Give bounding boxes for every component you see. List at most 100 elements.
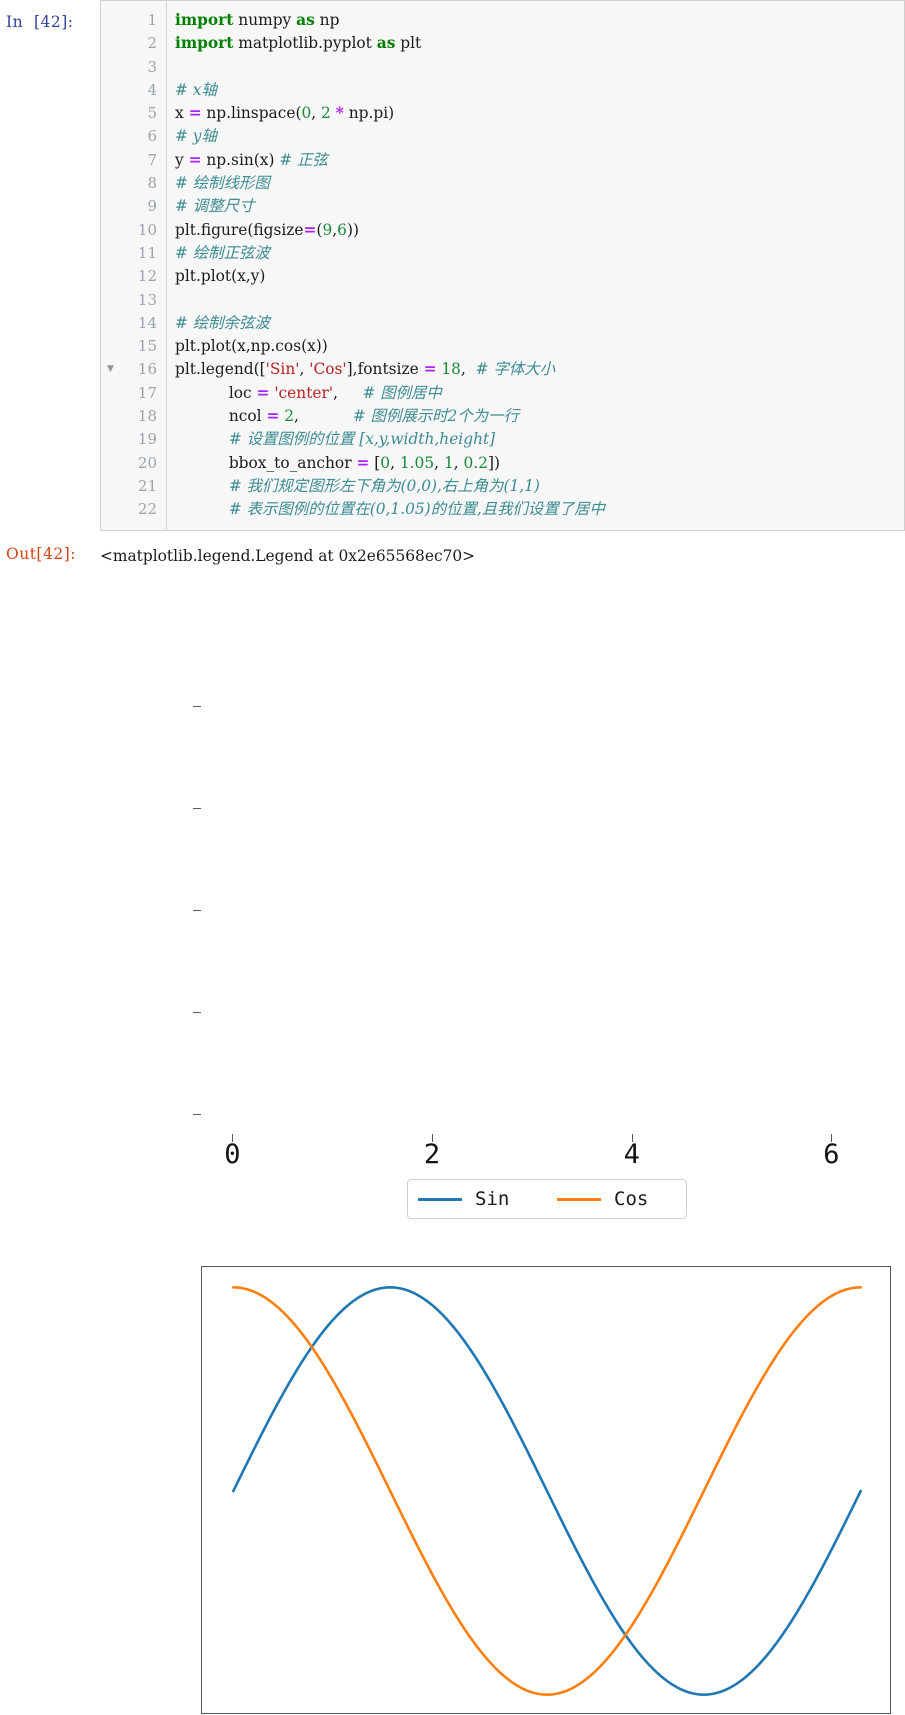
code-token-cmt: # 绘制余弦波 [175, 314, 270, 332]
code-token-cmt: # x轴 [175, 81, 217, 99]
code-token-kw: import [175, 11, 233, 29]
code-token-name: bbox_to_anchor [175, 454, 356, 472]
code-line[interactable]: plt.legend(['Sin', 'Cos'],fontsize = 18,… [175, 358, 904, 381]
line-number: 10 [101, 219, 166, 242]
code-line[interactable]: # 调整尺寸 [175, 195, 904, 218]
x-tick-label: 6 [791, 1139, 871, 1170]
line-number: 19 [101, 428, 166, 451]
y-tick-mark [193, 1012, 201, 1013]
line-number-text: 22 [138, 500, 157, 518]
line-number-text: 6 [147, 127, 157, 145]
code-line[interactable]: # 绘制线形图 [175, 172, 904, 195]
line-number-text: 3 [147, 58, 157, 76]
line-number-text: 16 [138, 360, 157, 378]
code-token-name: plt [395, 34, 421, 52]
code-line[interactable]: import matplotlib.pyplot as plt [175, 32, 904, 55]
code-token-op: = [257, 384, 270, 402]
y-tick-mark [193, 808, 201, 809]
line-number: 17 [101, 382, 166, 405]
line-number-text: 8 [147, 174, 157, 192]
code-token-num: 0.2 [464, 454, 488, 472]
code-line[interactable]: # 绘制正弦波 [175, 242, 904, 265]
chart-legend: Sin Cos [407, 1179, 687, 1219]
line-number-text: 12 [138, 267, 157, 285]
code-line[interactable]: # 绘制余弦波 [175, 312, 904, 335]
code-token-cmt: # y轴 [175, 127, 217, 145]
code-line[interactable]: x = np.linspace(0, 2 * np.pi) [175, 102, 904, 125]
curve-sin [233, 1287, 860, 1694]
line-number: 4 [101, 79, 166, 102]
legend-label-sin: Sin [475, 1188, 509, 1210]
code-token-num: 9 [322, 221, 332, 239]
code-token-op: = [304, 221, 317, 239]
code-line[interactable]: # 设置图例的位置 [x,y,width,height] [175, 428, 904, 451]
code-token-kw: as [377, 34, 396, 52]
code-token-punc: )) [347, 221, 359, 239]
code-token-punc: , [299, 360, 309, 378]
code-line[interactable]: plt.figure(figsize=(9,6)) [175, 219, 904, 242]
code-line[interactable]: # 表示图例的位置在(0,1.05)的位置,且我们设置了居中 [175, 498, 904, 521]
line-number-text: 18 [138, 407, 157, 425]
code-line[interactable]: import numpy as np [175, 9, 904, 32]
code-token-name: np [315, 11, 340, 29]
code-token-name: loc [175, 384, 257, 402]
code-token-num: 2 [284, 407, 294, 425]
code-token-name: plt.plot(x,np.cos(x)) [175, 337, 328, 355]
code-line[interactable]: bbox_to_anchor = [0, 1.05, 1, 0.2]) [175, 452, 904, 475]
code-editor[interactable]: 123456789101112131415▼16171819202122 imp… [100, 0, 905, 531]
code-token-kw: import [175, 34, 233, 52]
code-line[interactable]: y = np.sin(x) # 正弦 [175, 149, 904, 172]
code-token-name: fontsize [358, 360, 424, 378]
line-number-text: 1 [147, 11, 157, 29]
code-token-name: x [175, 104, 189, 122]
code-line[interactable]: # 我们规定图形左下角为(0,0),右上角为(1,1) [175, 475, 904, 498]
line-number-text: 10 [138, 221, 157, 239]
line-number: 11 [101, 242, 166, 265]
code-token-name: np.pi) [344, 104, 394, 122]
code-token-str: 'Cos' [309, 360, 346, 378]
line-number-text: 11 [138, 244, 157, 262]
code-token-num: 6 [337, 221, 347, 239]
output-prompt: Out[42]: [0, 545, 100, 567]
output-repr-text: <matplotlib.legend.Legend at 0x2e65568ec… [100, 545, 475, 567]
code-token-cmt: # 图例展示时2个为一行 [353, 407, 519, 425]
line-number: 14 [101, 312, 166, 335]
output-cell-row: Out[42]: <matplotlib.legend.Legend at 0x… [0, 545, 905, 567]
legend-entry-sin: Sin [408, 1188, 547, 1210]
code-token-cmt: # 我们规定图形左下角为(0,0),右上角为(1,1) [175, 477, 540, 495]
code-token-punc: , [311, 104, 321, 122]
code-line[interactable]: # y轴 [175, 125, 904, 148]
code-line[interactable] [175, 56, 904, 79]
code-token-cmt: # 图例居中 [362, 384, 441, 402]
code-line[interactable]: plt.plot(x,np.cos(x)) [175, 335, 904, 358]
legend-entry-cos: Cos [547, 1188, 686, 1210]
code-line[interactable]: loc = 'center', # 图例居中 [175, 382, 904, 405]
fold-arrow-icon[interactable]: ▼ [107, 358, 114, 381]
line-number: 18 [101, 405, 166, 428]
code-token-punc: , [454, 454, 464, 472]
line-number: 20 [101, 452, 166, 475]
code-line[interactable] [175, 289, 904, 312]
code-line[interactable]: ncol = 2, # 图例展示时2个为一行 [175, 405, 904, 428]
line-number: 8 [101, 172, 166, 195]
code-line[interactable]: # x轴 [175, 79, 904, 102]
line-number-text: 14 [138, 314, 157, 332]
code-area[interactable]: import numpy as npimport matplotlib.pypl… [167, 1, 904, 530]
legend-line-sin [418, 1198, 462, 1201]
line-number-text: 5 [147, 104, 157, 122]
code-token-cmt: # 表示图例的位置在(0,1.05)的位置,且我们设置了居中 [175, 500, 605, 518]
code-token-op: * [336, 104, 344, 122]
line-number: 5 [101, 102, 166, 125]
chart-plot-area [201, 1266, 891, 1714]
x-tick-mark [831, 1134, 832, 1142]
y-tick-mark [193, 910, 201, 911]
code-line[interactable]: plt.plot(x,y) [175, 265, 904, 288]
code-token-str: 'Sin' [266, 360, 300, 378]
code-token-punc: , [434, 454, 444, 472]
line-number: 12 [101, 265, 166, 288]
y-tick-mark [193, 1114, 201, 1115]
line-number-text: 20 [138, 454, 157, 472]
code-token-cmt: # 正弦 [279, 151, 328, 169]
code-token-op: = [189, 104, 202, 122]
code-token-name: plt.legend([ [175, 360, 266, 378]
